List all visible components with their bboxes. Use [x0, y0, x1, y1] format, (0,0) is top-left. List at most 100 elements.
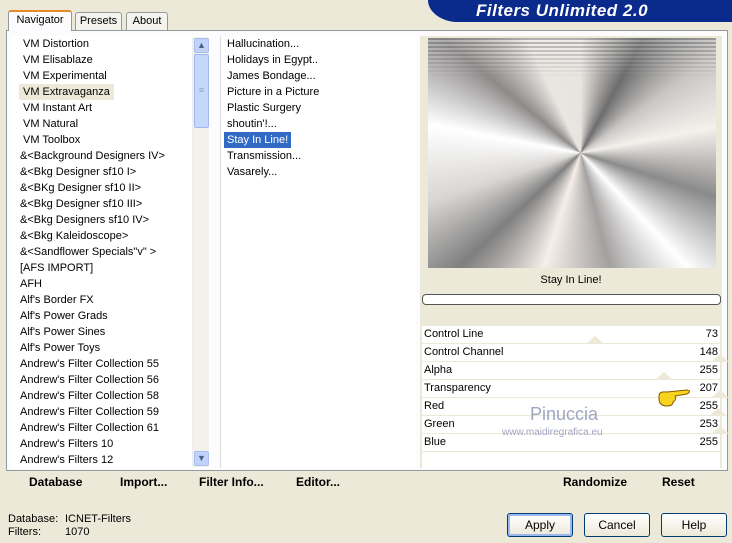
slider-thumb[interactable] [711, 354, 729, 362]
category-item[interactable]: &<Sandflower Specials"v" > [12, 244, 210, 260]
category-item[interactable]: AFH [12, 276, 210, 292]
category-label: VM Instant Art [23, 102, 93, 114]
category-item[interactable]: [AFS IMPORT] [12, 260, 210, 276]
category-item[interactable]: Andrew's Filter Collection 58 [12, 388, 210, 404]
category-label: VM Toolbox [23, 134, 81, 146]
slider-area-bottom [422, 452, 720, 468]
param-slider-control-channel[interactable]: Control Channel 148 [422, 336, 720, 361]
param-slider-control-line[interactable]: Control Line 73 [422, 318, 720, 343]
filters-count-label: Filters: [8, 526, 41, 538]
filter-item[interactable]: Plastic Surgery [221, 100, 416, 116]
scroll-down-icon[interactable]: ▼ [194, 451, 209, 466]
slider-thumb[interactable] [711, 426, 729, 434]
category-item[interactable]: VM Natural [12, 116, 210, 132]
category-label: VM Natural [23, 118, 79, 130]
category-item[interactable]: Andrew's Filter Collection 55 [12, 356, 210, 372]
filter-info-button[interactable]: Filter Info... [199, 475, 264, 489]
filters-count-value: 1070 [65, 526, 90, 538]
category-item[interactable]: VM Extravaganza [12, 84, 210, 100]
param-slider-alpha[interactable]: Alpha 255 [422, 354, 729, 379]
category-item[interactable]: &<Bkg Kaleidoscope> [12, 228, 210, 244]
filter-item[interactable]: Transmission... [221, 148, 416, 164]
category-label: Alf's Border FX [20, 294, 94, 306]
tab-presets[interactable]: Presets [75, 12, 122, 31]
slider-thumb[interactable] [654, 372, 673, 380]
database-status-value: ICNET-Filters [65, 513, 131, 525]
progress-bar [422, 294, 721, 305]
filter-item[interactable]: Stay In Line! [221, 132, 416, 148]
category-item[interactable]: VM Instant Art [12, 100, 210, 116]
category-item[interactable]: Alf's Power Grads [12, 308, 210, 324]
filter-item[interactable]: Hallucination... [221, 36, 416, 52]
editor-button[interactable]: Editor... [296, 475, 340, 489]
scroll-up-icon[interactable]: ▲ [194, 38, 209, 53]
category-label: Alf's Power Grads [20, 310, 108, 322]
filter-label: Picture in a Picture [227, 86, 320, 98]
filter-label: Transmission... [227, 150, 302, 162]
filter-label: James Bondage... [227, 70, 316, 82]
database-button[interactable]: Database [29, 475, 82, 489]
category-item[interactable]: Andrew's Filter Collection 56 [12, 372, 210, 388]
category-label: VM Extravaganza [19, 84, 114, 100]
category-item[interactable]: &<Bkg Designer sf10 I> [12, 164, 210, 180]
scroll-thumb[interactable]: ≡ [194, 54, 209, 128]
category-list[interactable]: VM Distortion VM Elisablaze VM Experimenta… [12, 36, 210, 468]
param-label: Red [424, 400, 445, 412]
category-label: &<Sandflower Specials"v" > [20, 246, 157, 258]
category-label: VM Distortion [23, 38, 90, 50]
category-label: VM Elisablaze [23, 54, 93, 66]
filter-item[interactable]: shoutin'!... [221, 116, 416, 132]
category-label: Andrew's Filter Collection 59 [20, 406, 160, 418]
filter-item[interactable]: Vasarely... [221, 164, 416, 180]
category-item[interactable]: Andrew's Filter Collection 61 [12, 420, 210, 436]
apply-button[interactable]: Apply [507, 513, 573, 537]
category-item[interactable]: Andrew's Filter Collection 59 [12, 404, 210, 420]
slider-thumb[interactable] [711, 390, 729, 398]
category-label: VM Experimental [23, 70, 107, 82]
tab-about[interactable]: About [126, 12, 168, 31]
category-item[interactable]: &<Background Designers IV> [12, 148, 210, 164]
category-label: Andrew's Filters 10 [20, 438, 114, 450]
slider-thumb[interactable] [585, 336, 604, 344]
category-item[interactable]: Andrew's Filters 10 [12, 436, 210, 452]
category-item[interactable]: &<BKg Designer sf10 II> [12, 180, 210, 196]
filter-item[interactable]: James Bondage... [221, 68, 416, 84]
category-item[interactable]: &<Bkg Designer sf10 III> [12, 196, 210, 212]
category-label: Alf's Power Toys [20, 342, 101, 354]
category-scrollbar[interactable]: ▲ ≡ ▼ [192, 37, 209, 467]
category-item[interactable]: Alf's Power Toys [12, 340, 210, 356]
database-status-label: Database: [8, 513, 59, 525]
param-label: Alpha [424, 364, 453, 376]
category-label: &<Bkg Designers sf10 IV> [20, 214, 150, 226]
category-item[interactable]: VM Experimental [12, 68, 210, 84]
randomize-button[interactable]: Randomize [563, 475, 627, 489]
slider-thumb[interactable] [498, 318, 517, 326]
category-item[interactable]: VM Toolbox [12, 132, 210, 148]
help-button[interactable]: Help [661, 513, 727, 537]
category-label: &<BKg Designer sf10 II> [20, 182, 142, 194]
filter-label: Plastic Surgery [227, 102, 301, 114]
tab-navigator[interactable]: Navigator [8, 10, 72, 31]
category-item[interactable]: Alf's Border FX [12, 292, 210, 308]
category-item[interactable]: Andrew's Filters 12 [12, 452, 210, 468]
filter-name-label: Stay In Line! [540, 274, 602, 286]
reset-button[interactable]: Reset [662, 475, 695, 489]
filter-item[interactable]: Picture in a Picture [221, 84, 416, 100]
slider-thumb[interactable] [708, 408, 727, 416]
filter-label: Stay In Line! [224, 132, 292, 148]
category-item[interactable]: Alf's Power Sines [12, 324, 210, 340]
param-label: Control Line [424, 328, 484, 340]
filter-label: Hallucination... [227, 38, 300, 50]
category-label: Andrew's Filters 12 [20, 454, 114, 466]
category-label: Andrew's Filter Collection 58 [20, 390, 160, 402]
category-label: Alf's Power Sines [20, 326, 106, 338]
category-item[interactable]: VM Elisablaze [12, 52, 210, 68]
category-item[interactable]: VM Distortion [12, 36, 210, 52]
category-label: &<Background Designers IV> [20, 150, 165, 162]
category-item[interactable]: &<Bkg Designers sf10 IV> [12, 212, 210, 228]
cancel-button[interactable]: Cancel [584, 513, 650, 537]
filter-item[interactable]: Holidays in Egypt.. [221, 52, 416, 68]
filter-label: shoutin'!... [227, 118, 277, 130]
filter-list[interactable]: Hallucination... Holidays in Egypt.. James… [220, 36, 416, 468]
import-button[interactable]: Import... [120, 475, 167, 489]
